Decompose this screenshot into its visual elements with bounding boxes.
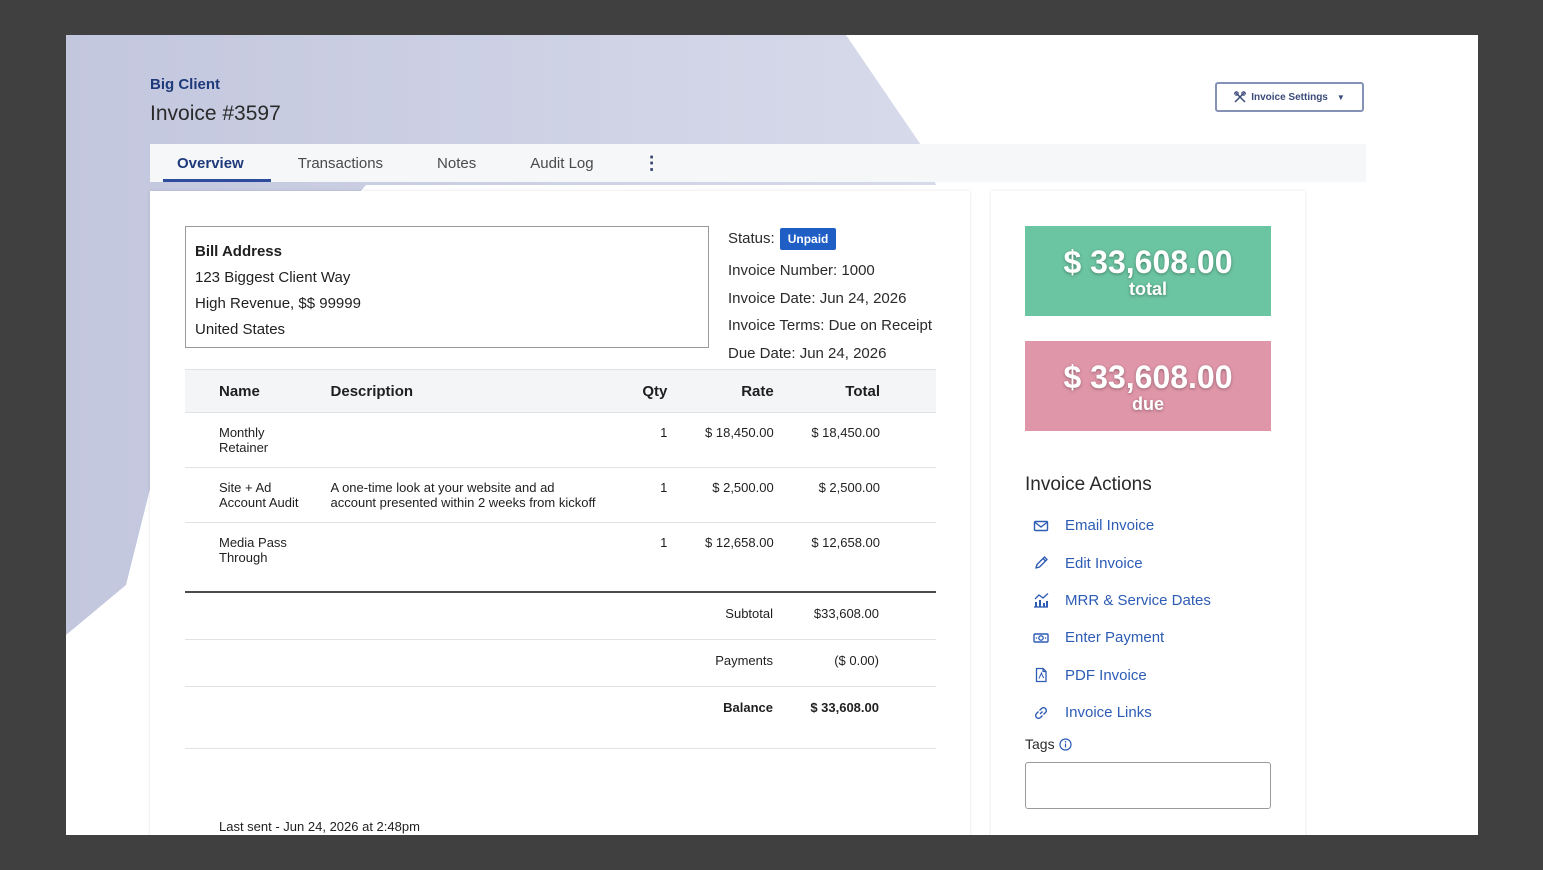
action-label: Email Invoice [1065, 517, 1155, 535]
item-rate: $ 18,450.00 [668, 412, 775, 468]
invoice-meta: Status: Unpaid Invoice Number: 1000 Invo… [728, 225, 932, 367]
action-label: Invoice Links [1065, 704, 1152, 722]
item-rate: $ 2,500.00 [668, 467, 775, 523]
more-options-icon[interactable]: ⋮ [621, 144, 683, 182]
tools-icon [1234, 91, 1246, 103]
tab-notes[interactable]: Notes [410, 144, 503, 182]
address-line: United States [195, 321, 286, 338]
page-title: Invoice #3597 [150, 102, 281, 125]
item-description [330, 523, 611, 601]
payments-value: ($ 0.00) [834, 653, 879, 668]
tab-transactions[interactable]: Transactions [271, 144, 410, 182]
total-amount-card: $ 33,608.00 total [1025, 226, 1271, 316]
tab-bar: Overview Transactions Notes Audit Log ⋮ [150, 144, 1366, 182]
invoice-actions-title: Invoice Actions [1025, 474, 1152, 495]
column-header-qty: Qty [610, 369, 669, 413]
table-row: Site + Ad Account Audit A one-time look a… [185, 467, 936, 523]
item-name: Site + Ad Account Audit [185, 467, 330, 523]
address-line: High Revenue, $$ 99999 [195, 295, 361, 312]
due-label: due [1131, 394, 1164, 414]
mrr-service-dates-link[interactable]: MRR & Service Dates [1025, 582, 1211, 619]
item-qty: 1 [610, 467, 669, 523]
payments-row: Payments ($ 0.00) [185, 640, 936, 687]
edit-invoice-link[interactable]: Edit Invoice [1025, 544, 1211, 581]
item-total: $ 2,500.00 [774, 467, 882, 523]
tags-input[interactable] [1025, 762, 1271, 809]
invoice-card: Bill Address 123 Biggest Client Way High… [150, 191, 970, 835]
column-header-total: Total [774, 369, 882, 413]
total-amount: $ 33,608.00 [1063, 244, 1233, 280]
item-qty: 1 [610, 412, 669, 468]
invoice-settings-button[interactable]: Invoice Settings ▼ [1215, 82, 1364, 112]
due-amount-card: $ 33,608.00 due [1025, 341, 1271, 431]
balance-row: Balance $ 33,608.00 [185, 687, 936, 749]
due-amount: $ 33,608.00 [1063, 359, 1233, 395]
link-icon [1034, 706, 1048, 719]
tab-overview[interactable]: Overview [150, 144, 271, 182]
column-header-rate: Rate [668, 369, 775, 413]
status-badge: Unpaid [779, 228, 837, 250]
invoice-date: Invoice Date: Jun 24, 2026 [728, 289, 907, 307]
last-sent-text: Last sent - Jun 24, 2026 at 2:48pm [219, 819, 420, 834]
payments-label: Payments [715, 653, 773, 668]
invoice-number: Invoice Number: 1000 [728, 262, 875, 279]
tab-audit-log[interactable]: Audit Log [503, 144, 620, 182]
action-label: MRR & Service Dates [1065, 591, 1211, 609]
balance-value: $ 33,608.00 [810, 700, 879, 715]
balance-label: Balance [723, 700, 773, 715]
column-header-name: Name [185, 369, 330, 413]
total-label: total [1129, 279, 1167, 299]
action-label: Enter Payment [1065, 629, 1165, 647]
item-name: Monthly Retainer [185, 412, 330, 468]
item-total: $ 18,450.00 [774, 412, 882, 468]
invoice-actions-list: Email Invoice Edit Invoice MRR & Service… [1025, 507, 1211, 731]
item-qty: 1 [660, 535, 668, 550]
invoice-terms: Invoice Terms: Due on Receipt [728, 317, 932, 334]
enter-payment-link[interactable]: Enter Payment [1025, 619, 1211, 656]
info-icon[interactable] [1058, 737, 1072, 751]
app-window: Big Client Invoice #3597 Invoice Setting… [66, 35, 1478, 835]
action-label: Edit Invoice [1065, 554, 1143, 572]
subtotal-row: Subtotal $33,608.00 [185, 593, 936, 640]
due-date: Due Date: Jun 24, 2026 [728, 344, 887, 362]
status-label: Status: [728, 230, 775, 248]
client-name[interactable]: Big Client [150, 76, 220, 93]
subtotal-label: Subtotal [725, 606, 773, 621]
table-row: Monthly Retainer 1 $ 18,450.00 $ 18,450.0… [185, 412, 936, 468]
action-label: PDF Invoice [1065, 666, 1147, 684]
invoice-settings-label: Invoice Settings [1251, 91, 1328, 103]
column-header-description: Description [329, 369, 611, 413]
bill-address: Bill Address 123 Biggest Client Way High… [185, 226, 709, 348]
totals-section: Subtotal $33,608.00 Payments ($ 0.00) Ba… [185, 591, 936, 749]
tags-label: Tags [1025, 736, 1055, 752]
bill-address-title: Bill Address [195, 243, 282, 260]
caret-down-icon: ▼ [1336, 92, 1345, 102]
money-icon [1033, 633, 1049, 643]
invoice-links-link[interactable]: Invoice Links [1025, 694, 1211, 731]
envelope-icon [1033, 520, 1049, 531]
item-rate: $ 12,658.00 [705, 535, 774, 550]
tags-label-row: Tags [1025, 736, 1072, 752]
address-line: 123 Biggest Client Way [195, 269, 351, 286]
pencil-icon [1035, 556, 1048, 569]
line-items-table: Name Description Qty Rate Total Monthly R… [185, 369, 936, 600]
table-row: Media Pass Through 1 $ 12,658.00 $ 12,658… [185, 523, 936, 601]
summary-sidebar: $ 33,608.00 total $ 33,608.00 due Invoic… [991, 191, 1305, 835]
item-description: A one-time look at your website and ad ac… [329, 467, 611, 523]
email-invoice-link[interactable]: Email Invoice [1025, 507, 1211, 544]
chart-icon [1034, 593, 1049, 609]
item-total: $ 12,658.00 [811, 535, 881, 550]
item-name: Media Pass Through [219, 535, 287, 565]
subtotal-value: $33,608.00 [813, 606, 879, 621]
item-description [329, 412, 611, 468]
pdf-invoice-link[interactable]: PDF Invoice [1025, 657, 1211, 694]
pdf-file-icon [1035, 668, 1047, 683]
